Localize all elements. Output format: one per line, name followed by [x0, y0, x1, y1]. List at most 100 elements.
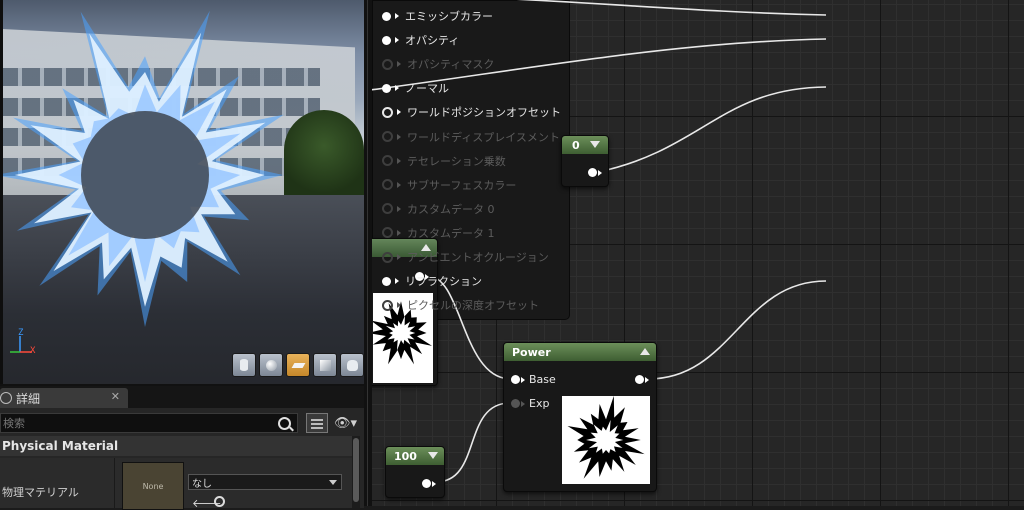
result-input-label: オパシティ [405, 34, 460, 48]
input-pin-icon[interactable] [382, 131, 393, 142]
input-arrow-icon [521, 401, 525, 407]
input-arrow-icon [397, 157, 401, 164]
details-tab-label: 詳細 [16, 391, 41, 406]
result-input-label: リフラクション [405, 275, 482, 289]
cylinder-icon [240, 359, 248, 371]
input-arrow-icon [397, 205, 401, 212]
details-scrollbar[interactable] [352, 436, 360, 508]
collapse-arrow-icon[interactable] [640, 348, 650, 355]
result-input-label: カスタムデータ 1 [407, 226, 495, 240]
preview-cube-button[interactable] [313, 353, 337, 377]
chevron-down-icon[interactable] [428, 452, 438, 459]
output-pin-icon[interactable] [635, 375, 644, 384]
input-pin-icon[interactable] [382, 299, 393, 311]
input-pin-icon[interactable] [382, 106, 393, 118]
asset-picker-dropdown[interactable]: なし [188, 474, 342, 490]
input-arrow-icon [397, 254, 401, 260]
exp-input-pin-icon[interactable] [511, 399, 520, 408]
result-input-label: テセレーション乗数 [407, 154, 506, 168]
axis-gizmo: Z X [4, 328, 40, 358]
input-pin-icon[interactable] [382, 251, 393, 263]
input-arrow-icon [397, 229, 401, 236]
input-pin-icon[interactable] [382, 227, 393, 239]
axis-x-label: X [30, 346, 36, 356]
output-pin-icon[interactable] [422, 479, 431, 488]
result-input-row[interactable]: ノーマル [382, 79, 449, 97]
details-search-input[interactable]: 検索 [0, 413, 298, 433]
result-input-row[interactable]: カスタムデータ 0 [382, 200, 495, 218]
chevron-down-icon [329, 480, 337, 485]
teapot-icon [346, 359, 358, 371]
input-pin-icon[interactable] [382, 276, 391, 286]
result-input-label: ピクセルの深度オフセット [407, 299, 539, 313]
view-options-eye-icon[interactable]: 👁▾ [334, 416, 357, 431]
input-arrow-icon [395, 37, 399, 44]
input-arrow-icon [521, 377, 525, 383]
result-input-row[interactable]: ワールドディスプレイスメント [382, 128, 560, 146]
preview-cylinder-button[interactable] [232, 353, 256, 377]
details-tab[interactable]: 詳細 ✕ [0, 388, 128, 408]
result-input-row[interactable]: リフラクション [382, 272, 482, 290]
result-input-row[interactable]: テセレーション乗数 [382, 152, 506, 170]
output-arrow-icon [432, 481, 436, 487]
axis-z-label: Z [18, 328, 24, 338]
input-arrow-icon [397, 109, 401, 116]
constant-node-value: 0 [562, 136, 608, 154]
input-arrow-icon [397, 302, 401, 309]
input-pin-icon[interactable] [382, 11, 391, 21]
input-arrow-icon [395, 278, 399, 285]
input-arrow-icon [395, 13, 399, 19]
input-pin-icon[interactable] [382, 83, 391, 93]
tab-close-icon[interactable]: ✕ [111, 390, 120, 403]
result-input-row[interactable]: サブサーフェスカラー [382, 176, 516, 194]
constant-node-100[interactable]: 100 [385, 446, 445, 498]
wire-100-exp [435, 402, 511, 483]
material-preview-viewport[interactable]: Z X [0, 0, 364, 384]
result-input-row[interactable]: カスタムデータ 1 [382, 224, 495, 242]
input-arrow-icon [397, 61, 401, 68]
power-node[interactable]: Power Base Exp [503, 342, 657, 492]
result-input-row[interactable]: ピクセルの深度オフセット [382, 296, 539, 314]
property-row-physical-material: 物理マテリアル None なし 🡐 [0, 458, 352, 510]
input-pin-icon[interactable] [382, 179, 393, 191]
preview-plane-button[interactable] [286, 353, 310, 377]
input-pin-icon[interactable] [382, 155, 393, 167]
asset-thumbnail[interactable]: None [122, 462, 184, 510]
browse-asset-search-icon[interactable] [214, 496, 225, 507]
material-graph-canvas[interactable]: 0 100 Power Base Exp エミッシブカラー オパシティ オパシテ… [372, 0, 1024, 506]
input-pin-icon[interactable] [382, 58, 393, 70]
result-input-row[interactable]: アンビエントオクルージョン [382, 248, 549, 266]
property-divider[interactable] [114, 458, 115, 508]
preview-sphere-button[interactable] [259, 353, 283, 377]
constant-node-0[interactable]: 0 [561, 135, 609, 187]
output-arrow-icon [598, 170, 602, 176]
preview-shape-toolbar [232, 353, 364, 377]
result-input-row[interactable]: オパシティマスク [382, 55, 494, 73]
search-placeholder: 検索 [3, 417, 25, 430]
result-input-row[interactable]: エミッシブカラー [382, 7, 493, 25]
input-pin-icon[interactable] [382, 35, 391, 45]
output-pin-icon[interactable] [588, 168, 597, 177]
scrollbar-thumb[interactable] [353, 438, 359, 502]
result-input-row[interactable]: ワールドポジションオフセット [382, 103, 561, 121]
section-physical-material[interactable]: Physical Material [0, 436, 352, 456]
wire-normal [597, 86, 827, 173]
result-input-row[interactable]: オパシティ [382, 31, 459, 49]
search-icon[interactable] [278, 417, 291, 430]
asset-picker-value: なし [192, 478, 212, 490]
wire-texture-base [427, 275, 511, 380]
preview-teapot-button[interactable] [340, 353, 364, 377]
details-panel: 詳細 ✕ 検索 👁▾ Physical Material 物理マテリアル Non… [0, 384, 364, 510]
cube-icon [319, 359, 331, 371]
panel-splitter[interactable] [364, 0, 372, 506]
power-node-title: Power [504, 343, 656, 361]
details-tab-icon [0, 392, 12, 404]
chevron-down-icon[interactable] [590, 141, 600, 148]
base-input-pin-icon[interactable] [511, 375, 520, 384]
base-input-label: Base [529, 373, 556, 386]
property-label: 物理マテリアル [2, 486, 79, 499]
input-arrow-icon [397, 181, 401, 188]
property-matrix-button[interactable] [306, 413, 328, 433]
result-input-label: サブサーフェスカラー [407, 178, 517, 192]
input-pin-icon[interactable] [382, 203, 393, 215]
